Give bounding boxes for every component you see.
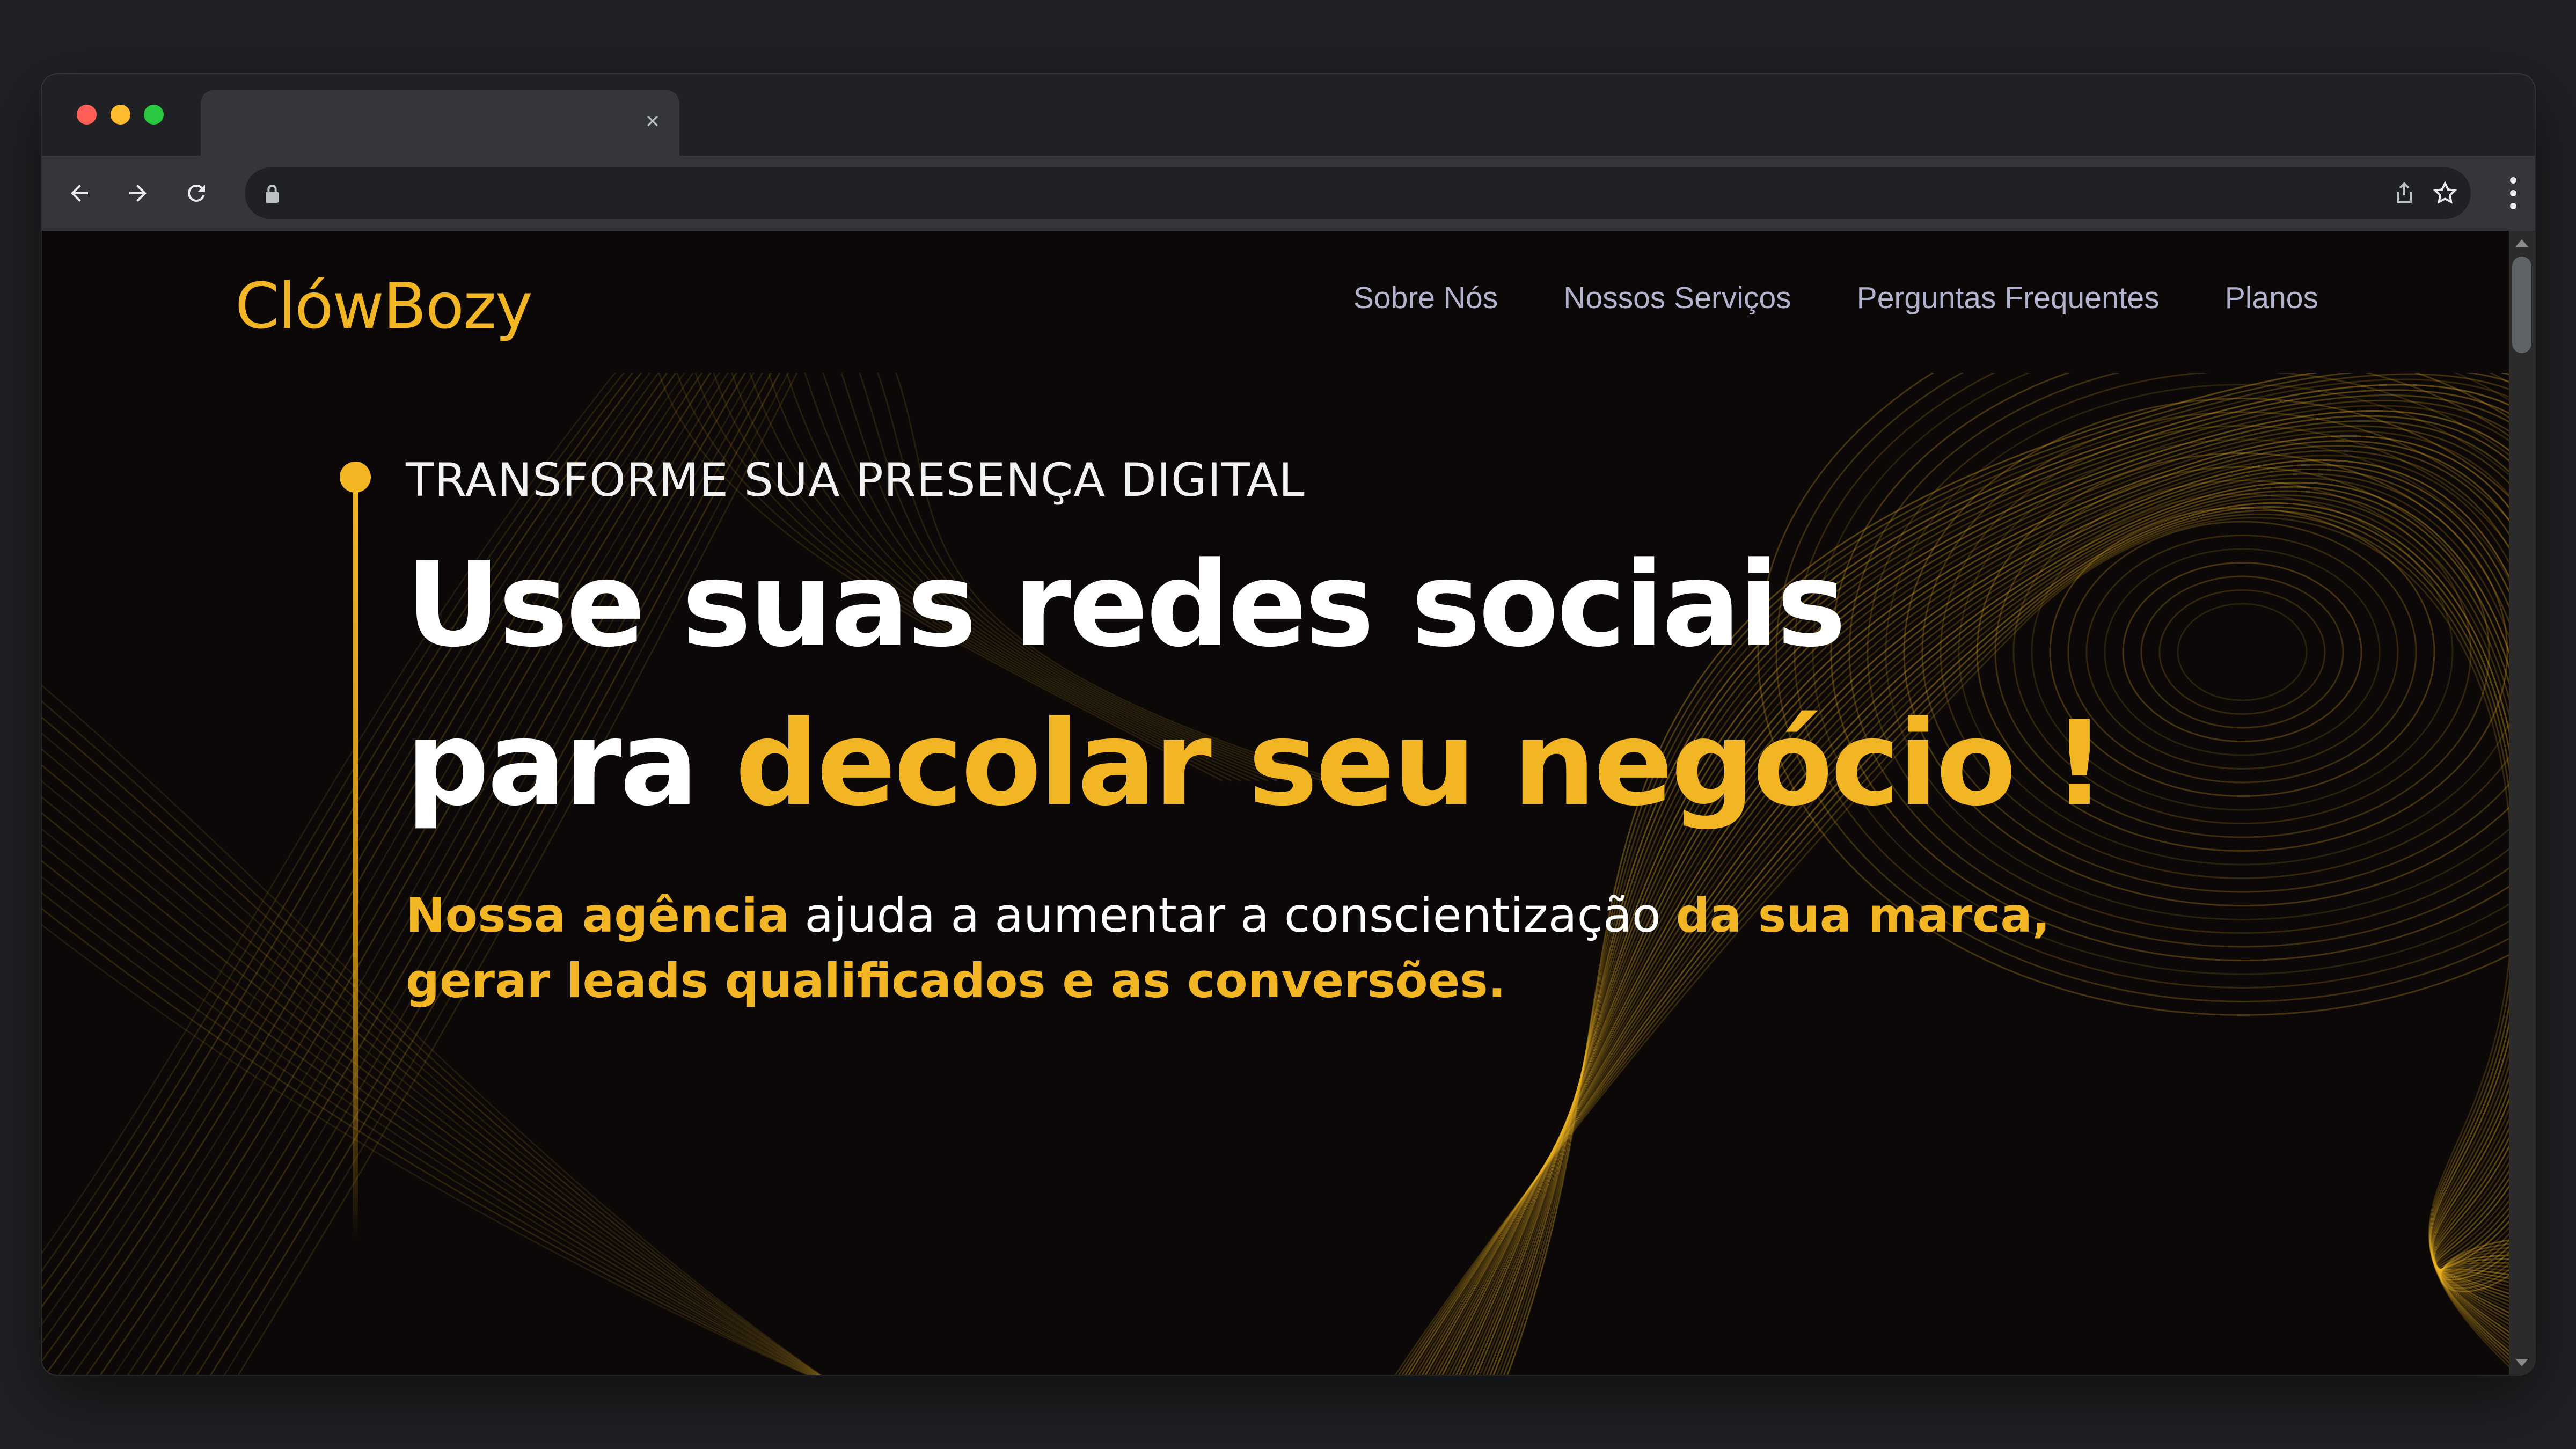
vertical-scrollbar[interactable] bbox=[2509, 231, 2535, 1375]
arrow-right-icon bbox=[129, 185, 147, 202]
scroll-down-arrow-icon[interactable] bbox=[2515, 1359, 2528, 1366]
hero-eyebrow: TRANSFORME SUA PRESENÇA DIGITAL bbox=[406, 453, 1305, 507]
title-bar: × bbox=[42, 74, 2535, 156]
back-button[interactable] bbox=[57, 171, 102, 216]
arrow-left-icon bbox=[71, 185, 88, 202]
tab-close-icon[interactable]: × bbox=[638, 106, 668, 136]
browser-window: × ClówBozy Sobre Nós Nossos Serviços Per… bbox=[42, 74, 2535, 1375]
bookmark-star-icon[interactable] bbox=[2431, 179, 2459, 207]
scrollbar-thumb[interactable] bbox=[2512, 257, 2531, 353]
reload-icon bbox=[187, 184, 205, 202]
subtitle-agency: Nossa agência bbox=[406, 888, 790, 943]
browser-toolbar bbox=[42, 156, 2535, 231]
nav-link-sobre-nos[interactable]: Sobre Nós bbox=[1353, 280, 1498, 316]
site-logo[interactable]: ClówBozy bbox=[235, 268, 533, 343]
hero-subtitle: Nossa agência ajuda a aumentar a conscie… bbox=[406, 883, 2177, 1014]
kebab-menu-icon[interactable] bbox=[2502, 174, 2524, 213]
hero-headline: Use suas redes sociais para decolar seu … bbox=[406, 526, 2284, 844]
headline-line-1: Use suas redes sociais bbox=[406, 537, 1846, 673]
page-viewport: ClówBozy Sobre Nós Nossos Serviços Pergu… bbox=[42, 231, 2509, 1375]
hero-timeline-line bbox=[353, 488, 358, 1240]
forward-button[interactable] bbox=[115, 171, 160, 216]
window-close-button[interactable] bbox=[77, 105, 97, 125]
scroll-up-arrow-icon[interactable] bbox=[2515, 239, 2528, 247]
window-minimize-button[interactable] bbox=[111, 105, 130, 125]
subtitle-middle: ajuda a aumentar a conscientização bbox=[789, 888, 1676, 943]
nav-link-perguntas-frequentes[interactable]: Perguntas Frequentes bbox=[1857, 280, 2160, 316]
address-bar[interactable] bbox=[245, 167, 2471, 219]
headline-line-2-accent: decolar seu negócio ! bbox=[735, 696, 2106, 832]
window-maximize-button[interactable] bbox=[144, 105, 164, 125]
site-navigation: Sobre Nós Nossos Serviços Perguntas Freq… bbox=[1353, 280, 2318, 316]
lock-icon bbox=[266, 184, 279, 203]
share-icon[interactable] bbox=[2391, 180, 2417, 206]
nav-link-planos[interactable]: Planos bbox=[2225, 280, 2318, 316]
reload-button[interactable] bbox=[174, 171, 219, 216]
background-wave-art bbox=[42, 373, 2509, 1375]
browser-tab[interactable]: × bbox=[201, 90, 679, 156]
nav-link-nossos-servicos[interactable]: Nossos Serviços bbox=[1563, 280, 1791, 316]
headline-line-2-plain: para bbox=[406, 696, 735, 832]
